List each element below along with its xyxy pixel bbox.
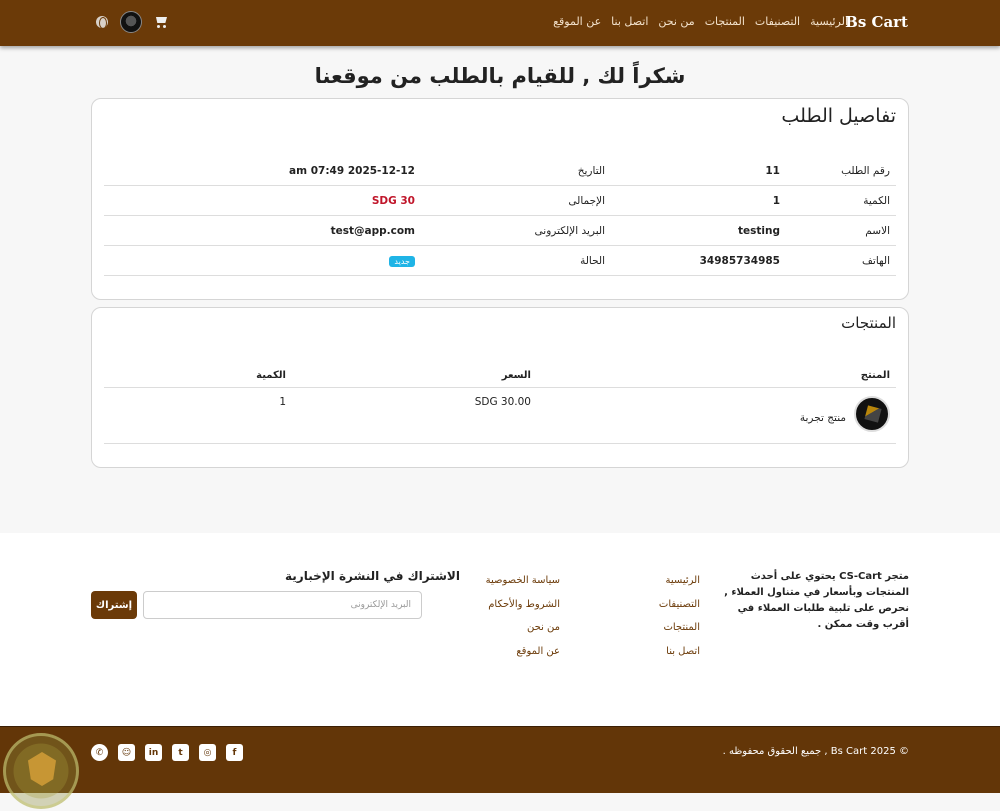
footer-link-about-us[interactable]: من نحن <box>486 616 560 640</box>
table-header-row: المنتج السعر الكمية <box>104 364 896 388</box>
order-details-card: تفاصيل الطلب رقم الطلب 11 التاريخ 2025-1… <box>91 98 909 300</box>
bottom-bar: © Bs Cart 2025 , جميع الحقوق محفوظه . f … <box>0 726 1000 793</box>
product-name: منتج تجربة <box>799 412 846 424</box>
header-price: السعر <box>501 370 531 381</box>
footer-link-home[interactable]: الرئيسية <box>659 569 700 593</box>
table-row: الكمية 1 الإجمالى 30 SDG <box>104 186 896 216</box>
header-product: المنتج <box>860 370 890 381</box>
label-email: البريد الإلكترونى <box>534 224 605 237</box>
user-avatar[interactable] <box>120 11 142 33</box>
nav-link-about-site[interactable]: عن الموقع <box>553 15 601 28</box>
footer: متجر CS-Cart يحتوي على أحدث المنتجات وبأ… <box>0 533 1000 726</box>
nav-link-categories[interactable]: التصنيفات <box>755 15 800 28</box>
nav-link-home[interactable]: الرئيسية <box>810 15 848 28</box>
status-badge: جديد <box>389 255 415 267</box>
value-order-number: 11 <box>765 164 780 177</box>
brand-logo[interactable]: Bs Cart <box>845 13 908 31</box>
table-row: الهاتف 34985734985 الحالة جديد <box>104 246 896 276</box>
product-thumbnail <box>854 396 890 432</box>
footer-link-terms[interactable]: الشروط والأحكام <box>486 593 560 617</box>
nav-icons <box>96 11 168 33</box>
cart-icon[interactable] <box>154 16 168 28</box>
status-cell: جديد <box>191 255 421 267</box>
header-quantity: الكمية <box>256 370 286 381</box>
table-row: رقم الطلب 11 التاريخ 2025-12-12 07:49 am <box>104 156 896 186</box>
table-row: منتج تجربة SDG 30.00 1 <box>104 388 896 444</box>
label-name: الاسم <box>865 224 890 237</box>
label-date: التاريخ <box>577 164 605 177</box>
value-phone: 34985734985 <box>699 254 780 267</box>
product-qty: 1 <box>279 396 286 408</box>
top-navbar: Bs Cart الرئيسية التصنيفات المنتجات من ن… <box>0 0 1000 46</box>
table-row: الاسم testing البريد الإلكترونى test@app… <box>104 216 896 246</box>
label-order-number: رقم الطلب <box>841 164 890 177</box>
linkedin-icon[interactable]: in <box>145 744 162 761</box>
products-card: المنتجات المنتج السعر الكمية منتج تجربة … <box>91 307 909 468</box>
order-details-table: رقم الطلب 11 التاريخ 2025-12-12 07:49 am… <box>104 156 896 276</box>
whatsapp-icon[interactable]: ✆ <box>91 744 108 761</box>
label-quantity: الكمية <box>863 194 890 207</box>
order-details-title: تفاصيل الطلب <box>781 105 896 127</box>
value-name: testing <box>738 224 780 237</box>
footer-links-info: سياسة الخصوصية الشروط والأحكام من نحن عن… <box>486 569 560 663</box>
copyright-text: © Bs Cart 2025 , جميع الحقوق محفوظه . <box>722 746 909 757</box>
instagram-icon[interactable]: ◎ <box>199 744 216 761</box>
page-heading: شكراً لك , للقيام بالطلب من موقعنا <box>314 64 686 88</box>
footer-link-contact[interactable]: اتصل بنا <box>659 640 700 664</box>
label-total: الإجمالى <box>568 194 605 207</box>
watermark-logo <box>3 733 79 809</box>
footer-about: متجر CS-Cart يحتوي على أحدث المنتجات وبأ… <box>724 571 909 630</box>
newsletter-email-input[interactable]: البريد الإلكترونى <box>143 591 422 619</box>
nav-link-products[interactable]: المنتجات <box>705 15 745 28</box>
footer-link-categories[interactable]: التصنيفات <box>659 593 700 617</box>
label-phone: الهاتف <box>862 254 890 267</box>
products-table: المنتج السعر الكمية منتج تجربة SDG 30.00… <box>104 364 896 444</box>
footer-links-main: الرئيسية التصنيفات المنتجات اتصل بنا <box>659 569 700 663</box>
products-title: المنتجات <box>841 314 896 332</box>
snapchat-icon[interactable]: ☺ <box>118 744 135 761</box>
social-links: f ◎ t in ☺ ✆ <box>91 744 243 761</box>
globe-icon[interactable] <box>96 16 108 28</box>
newsletter-title: الاشتراك في النشرة الإخبارية <box>285 569 460 583</box>
footer-link-privacy[interactable]: سياسة الخصوصية <box>486 569 560 593</box>
nav-menu: الرئيسية التصنيفات المنتجات من نحن اتصل … <box>553 15 848 28</box>
value-email: test@app.com <box>330 224 415 237</box>
facebook-icon[interactable]: f <box>226 744 243 761</box>
product-price: SDG 30.00 <box>474 396 531 408</box>
product-cell: منتج تجربة <box>531 396 896 432</box>
nav-link-about-us[interactable]: من نحن <box>658 15 694 28</box>
subscribe-button[interactable]: إشتراك <box>91 591 137 619</box>
label-status: الحالة <box>580 254 605 267</box>
value-quantity: 1 <box>772 194 780 207</box>
nav-link-contact[interactable]: اتصل بنا <box>611 15 648 28</box>
value-total: 30 SDG <box>371 194 415 207</box>
page-bottom-strip <box>0 793 1000 811</box>
twitter-icon[interactable]: t <box>172 744 189 761</box>
footer-link-products[interactable]: المنتجات <box>659 616 700 640</box>
value-date: 2025-12-12 07:49 am <box>289 164 415 177</box>
footer-link-about-site[interactable]: عن الموقع <box>486 640 560 664</box>
